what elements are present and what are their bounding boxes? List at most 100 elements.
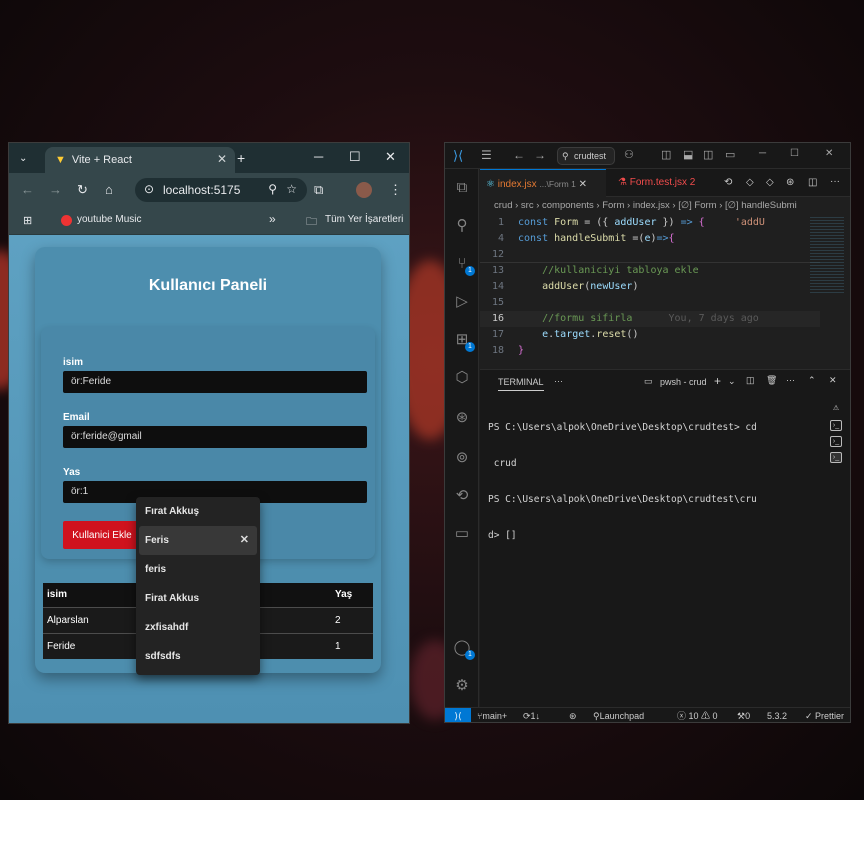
sync-indicator[interactable]: ⟳ 1↓ 1↑ [523,708,540,722]
breadcrumb[interactable]: crud › src › components › Form › index.j… [480,197,850,215]
address-bar[interactable]: ⊙ localhost:5175 ⚲ ☆ [135,178,307,202]
menu-icon[interactable]: ☰ [481,148,492,162]
minimize-icon[interactable]: ─ [759,148,766,159]
layout-secondary-icon[interactable]: ◫ [703,148,713,161]
docker-icon[interactable]: ⊚ [453,449,471,467]
home-icon[interactable]: ⌂ [105,182,113,198]
youtube-music-icon [61,215,72,226]
terminal-instance-icon[interactable]: ›_ [830,452,842,463]
autocomplete-option[interactable]: feris [136,555,260,584]
terminal-output[interactable]: PS C:\Users\alpok\OneDrive\Desktop\crudt… [488,398,788,566]
explorer-icon[interactable]: ⧉ [453,179,471,197]
apps-grid-icon[interactable]: ⊞ [23,213,32,229]
remote-window-icon[interactable]: ▭ [453,525,471,543]
gitlens-icon[interactable]: ⊛ [453,409,471,427]
accounts-icon[interactable]: ◯ 1 [453,639,475,660]
maximize-icon[interactable]: ☐ [790,148,799,159]
new-terminal-icon[interactable]: + [714,374,721,388]
remote-indicator-icon[interactable]: ⟩⟨ [445,708,471,722]
close-tab-icon[interactable]: ✕ [579,179,587,190]
react-icon: ⚛ [486,179,498,190]
tab-form-test[interactable]: ⚗ Form.test.jsx 2 [612,169,716,197]
gitlens-status-icon[interactable]: ⊛ [569,708,577,722]
prettier-indicator[interactable]: ✓ Prettier [805,708,844,722]
maximize-panel-icon[interactable]: ⌃ [808,375,816,386]
minimize-icon[interactable]: ─ [314,149,323,165]
layout-panel-icon[interactable]: ⬓ [683,148,693,161]
next-change-icon[interactable]: ◇ [766,177,774,188]
maximize-icon[interactable]: ☐ [349,149,361,165]
add-user-button[interactable]: Kullanici Ekle [63,521,141,549]
email-input[interactable]: ör:feride@gmail [63,426,367,448]
browser-tab[interactable]: ▼ Vite + React ✕ [45,147,235,173]
terminal-shell-label[interactable]: pwsh - crud [660,377,707,387]
more-icon[interactable]: ··· [786,375,795,385]
close-tab-icon[interactable]: ✕ [217,152,227,166]
copilot-icon[interactable]: ⚇ [624,148,634,161]
autocomplete-option[interactable]: zxfisahdf [136,613,260,642]
branch-indicator[interactable]: ⑂ main+ [477,708,507,722]
remote-explorer-icon[interactable]: ⬡ [453,369,471,387]
run-debug-icon[interactable]: ▷ [453,293,471,311]
ports-indicator[interactable]: ⚒ 0 [737,708,750,722]
menu-icon[interactable]: ⋮ [389,182,402,198]
chevron-down-icon[interactable]: ⌄ [728,376,736,387]
panel-more-icon[interactable]: ··· [554,376,563,386]
close-window-icon[interactable]: ✕ [825,148,833,159]
terminal-instance-icon[interactable]: ›_ [830,436,842,447]
tab-index-jsx[interactable]: ⚛ index.jsx ...\Form 1 ✕ [480,169,606,197]
new-tab-button[interactable]: + [237,150,245,166]
bookmarks-overflow[interactable]: » [269,212,276,226]
remove-entry-icon[interactable]: ✕ [240,526,249,555]
cell-age: 1 [331,632,373,659]
close-panel-icon[interactable]: ✕ [829,375,837,386]
gitlens-action-icon[interactable]: ⊛ [786,177,794,188]
timeline-icon[interactable]: ⟲ [453,487,471,505]
customize-layout-icon[interactable]: ▭ [725,148,735,161]
name-input[interactable]: ör:Feride [63,371,367,393]
prev-change-icon[interactable]: ◇ [746,177,754,188]
autocomplete-option-selected[interactable]: Feris ✕ [139,526,257,555]
terminal-line: crud [488,458,517,469]
zoom-icon[interactable]: ⚲ [268,182,277,196]
code-editor[interactable]: 1 const Form = ({ addUser }) => { 'addU 4… [480,215,850,361]
layout-sidebar-icon[interactable]: ◫ [661,148,671,161]
more-actions-icon[interactable]: ··· [830,176,840,187]
version-indicator[interactable]: 5.3.2 [767,708,787,722]
code-line: 4 const handleSubmit =(e)=>{ [497,233,675,244]
autocomplete-option[interactable]: Fırat Akkuş [136,497,260,526]
forward-icon[interactable]: → [49,182,62,198]
tab-search-icon[interactable]: ⌄ [19,151,27,167]
source-control-icon[interactable]: ⑂ 1 [453,255,475,276]
all-bookmarks[interactable]: Tüm Yer İşaretleri [325,214,403,225]
close-window-icon[interactable]: ✕ [385,149,396,165]
trash-icon[interactable]: 🗑 [766,375,777,386]
launchpad-indicator[interactable]: ⚲ Launchpad [593,708,644,722]
forward-icon[interactable]: → [534,148,546,162]
reload-icon[interactable]: ↻ [77,182,88,198]
settings-gear-icon[interactable]: ⚙ [453,677,471,695]
minimap[interactable] [810,215,844,295]
split-editor-icon[interactable]: ◫ [808,177,817,188]
problems-indicator[interactable]: ⓧ 10 ⚠ 0 [677,708,718,722]
back-icon[interactable]: ← [21,182,34,198]
terminal-instance-icon[interactable]: ›_ [830,420,842,431]
command-search[interactable]: ⚲ crudtest [557,147,615,165]
profile-avatar[interactable] [356,182,372,198]
autocomplete-option[interactable]: Firat Akkus [136,584,260,613]
toggle-icon[interactable]: ⟲ [724,177,732,188]
vscode-window: ⟩⟨ ☰ ← → ⚲ crudtest ⚇ ◫ ⬓ ◫ ▭ ─ ☐ ✕ ⧉ ⚲ … [444,142,851,723]
back-icon[interactable]: ← [513,148,525,162]
extensions-icon[interactable]: ⊞ 1 [453,331,475,352]
bookmark-youtube-music[interactable]: youtube Music [77,214,141,225]
site-info-icon[interactable]: ⊙ [144,182,154,196]
ports-count: 0 [745,711,751,721]
terminal-tab[interactable]: TERMINAL [498,377,544,391]
split-terminal-icon[interactable]: ◫ [746,375,755,386]
age-label: Yas [63,467,81,478]
bookmark-star-icon[interactable]: ☆ [286,182,297,196]
search-icon[interactable]: ⚲ [453,217,471,235]
extensions-icon[interactable]: ⧉ [314,182,323,198]
autocomplete-option[interactable]: sdfsdfs [136,642,260,671]
warning-icon[interactable]: ⚠ [830,404,842,415]
